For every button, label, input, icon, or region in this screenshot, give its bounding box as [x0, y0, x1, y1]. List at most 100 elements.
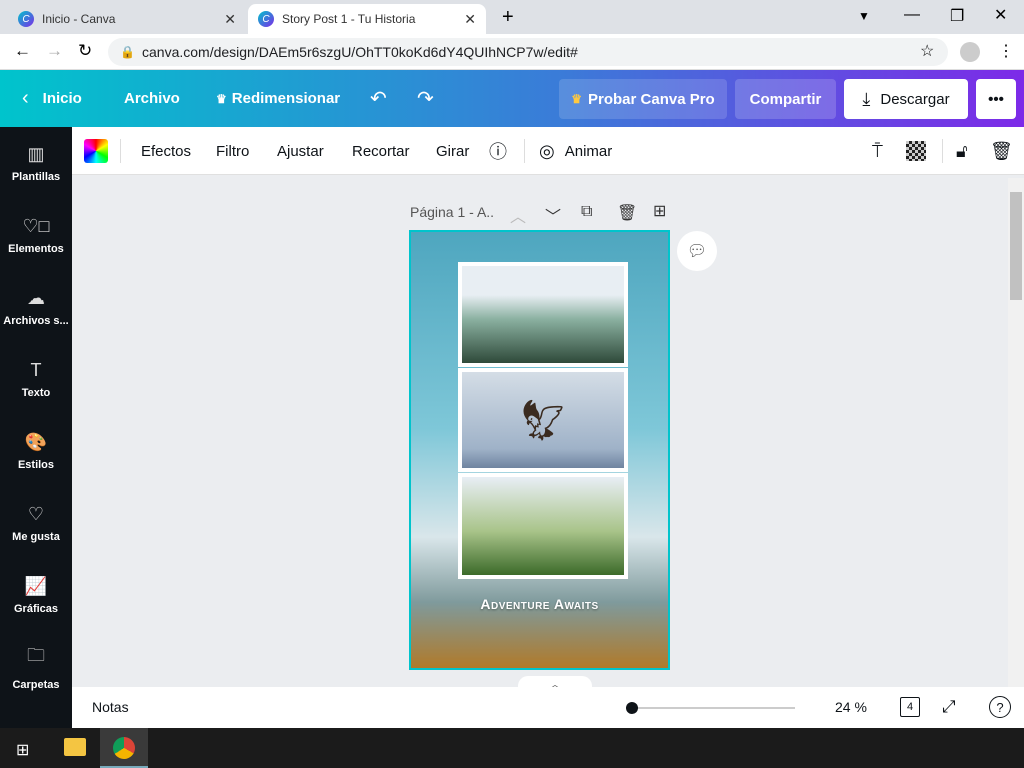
forward-icon[interactable]: → — [46, 41, 63, 61]
paint-roller-icon[interactable]: ⍑ — [872, 127, 883, 175]
sidebar-label: Texto — [21, 386, 51, 399]
file-label: Archivo — [124, 90, 180, 107]
tab-story-post[interactable]: C Story Post 1 - Tu Historia ✕ — [248, 4, 486, 34]
sidebar-label: Plantillas — [11, 170, 61, 183]
animate-icon: ◎ — [539, 140, 555, 161]
sidebar-label: Elementos — [8, 242, 64, 255]
sidebar-label: Estilos — [17, 458, 55, 471]
help-icon[interactable]: ? — [989, 696, 1011, 718]
trash-icon[interactable]: 🗑︎ — [990, 127, 1013, 175]
undo-icon[interactable]: ↶ — [370, 70, 387, 127]
notes-button[interactable]: Notas — [92, 699, 129, 715]
adjust-button[interactable]: Ajustar — [277, 127, 324, 175]
reload-icon[interactable]: ↻ — [78, 41, 92, 61]
sidebar-item-archivos[interactable]: ☁ Archivos s... — [0, 271, 72, 343]
crop-button[interactable]: Recortar — [352, 127, 410, 175]
url-input[interactable]: 🔒 canva.com/design/DAEm5r6szgU/OhTT0koKd6… — [108, 38, 948, 66]
rotate-button[interactable]: Girar — [436, 127, 469, 175]
context-toolbar: Efectos Filtro Ajustar Recortar Girar ⓘ … — [72, 127, 1024, 175]
chart-icon: 📈 — [24, 575, 48, 596]
duplicate-page-icon[interactable]: ⧉ — [581, 203, 592, 221]
windows-start-icon[interactable]: ⊞ — [16, 740, 29, 760]
palette-icon: 🎨 — [24, 431, 48, 452]
upload-cloud-icon: ☁ — [27, 287, 45, 308]
sidebar-label: Me gusta — [12, 530, 60, 543]
unlock-icon[interactable]: 🔓︎ — [956, 127, 968, 175]
back-icon[interactable]: ← — [14, 41, 31, 61]
effects-button[interactable]: Efectos — [141, 127, 191, 175]
download-label: Descargar — [880, 90, 950, 108]
sidebar-item-graficas[interactable]: 📈 Gráficas — [0, 559, 72, 631]
crown-icon: ♛ — [216, 91, 227, 106]
vertical-scrollbar[interactable] — [1008, 178, 1024, 687]
folder-icon: 🗀 — [27, 645, 45, 665]
profile-avatar[interactable] — [960, 42, 980, 62]
chevron-down-icon[interactable]: ﹀ — [545, 203, 561, 227]
design-page[interactable]: 🦅︎ Adventure Awaits — [409, 230, 670, 670]
canva-favicon: C — [18, 11, 34, 27]
color-picker-button[interactable] — [84, 139, 108, 163]
info-icon[interactable]: ⓘ — [489, 127, 507, 175]
close-tab-icon[interactable]: ✕ — [224, 11, 236, 28]
new-tab-icon[interactable]: + — [502, 6, 514, 29]
chrome-icon — [113, 737, 135, 759]
sidebar-item-texto[interactable]: T Texto — [0, 343, 72, 415]
chevron-left-icon: ‹ — [22, 87, 29, 109]
try-pro-button[interactable]: ♛ Probar Canva Pro — [559, 79, 727, 119]
sidebar-item-carpetas[interactable]: 🗀 Carpetas — [0, 631, 72, 703]
text-icon: T — [30, 359, 42, 380]
page-count-button[interactable]: 4 — [900, 697, 920, 717]
share-button[interactable]: Compartir — [735, 79, 836, 119]
share-label: Compartir — [749, 90, 822, 108]
page-title[interactable]: Página 1 - A.. — [410, 204, 494, 220]
delete-page-icon[interactable]: 🗑︎ — [617, 203, 637, 223]
animate-button[interactable]: ◎ Animar — [539, 127, 612, 175]
crown-icon: ♛ — [571, 92, 583, 106]
chevron-up-icon[interactable]: ︿ — [510, 203, 526, 227]
more-button[interactable]: ••• — [976, 79, 1016, 119]
adjust-label: Ajustar — [277, 142, 324, 160]
redo-icon[interactable]: ↷ — [417, 70, 434, 127]
sidebar-item-plantillas[interactable]: ▥ Plantillas — [0, 127, 72, 199]
sidebar-item-elementos[interactable]: ♡□ Elementos — [0, 199, 72, 271]
zoom-slider-thumb[interactable] — [626, 702, 638, 714]
caption-text[interactable]: Adventure Awaits — [411, 596, 668, 612]
home-label: Inicio — [42, 90, 82, 107]
chrome-taskbar-button[interactable] — [100, 728, 148, 768]
minimize-icon[interactable]: — — [904, 6, 920, 24]
close-tab-icon[interactable]: ✕ — [464, 11, 476, 28]
restore-icon[interactable]: ❐ — [950, 6, 964, 26]
zoom-slider[interactable] — [632, 707, 795, 709]
templates-icon: ▥ — [27, 143, 45, 164]
add-comment-button[interactable]: 💬︎ — [677, 231, 717, 271]
effects-label: Efectos — [141, 142, 192, 160]
sidebar-item-me-gusta[interactable]: ♡ Me gusta — [0, 487, 72, 559]
home-button[interactable]: ‹ Inicio — [22, 70, 82, 127]
add-page-icon[interactable]: ⊞ — [653, 201, 666, 221]
menu-icon[interactable]: ⋮ — [998, 41, 1014, 61]
transparency-icon[interactable] — [906, 141, 926, 161]
photo-mountains[interactable] — [458, 262, 628, 367]
windows-taskbar: ⊞ — [0, 728, 1024, 768]
fullscreen-icon[interactable]: ⤢ — [942, 697, 956, 717]
bookmark-star-icon[interactable]: ☆ — [920, 41, 934, 61]
try-pro-label: Probar Canva Pro — [588, 90, 715, 108]
bottom-bar: Notas 24 % 4 ⤢ ? — [72, 687, 1024, 728]
resize-button[interactable]: ♛ Redimensionar — [216, 70, 340, 127]
file-explorer-icon[interactable] — [64, 738, 86, 756]
canva-favicon: C — [258, 11, 274, 27]
download-button[interactable]: ⤓ Descargar — [844, 79, 968, 119]
tab-inicio[interactable]: C Inicio - Canva ✕ — [8, 4, 246, 34]
tab-title: Story Post 1 - Tu Historia — [282, 12, 416, 26]
file-menu[interactable]: Archivo — [124, 70, 180, 127]
filter-button[interactable]: Filtro — [216, 127, 249, 175]
photo-eagle[interactable]: 🦅︎ — [458, 368, 628, 472]
close-window-icon[interactable]: ✕ — [994, 5, 1007, 25]
sidebar-item-estilos[interactable]: 🎨 Estilos — [0, 415, 72, 487]
photo-meadow[interactable] — [458, 473, 628, 579]
zoom-level[interactable]: 24 % — [835, 699, 867, 715]
tab-search-icon[interactable]: ▼ — [858, 9, 870, 23]
scroll-thumb[interactable] — [1010, 192, 1022, 300]
filter-label: Filtro — [216, 142, 250, 160]
comment-icon: 💬︎ — [686, 243, 708, 260]
